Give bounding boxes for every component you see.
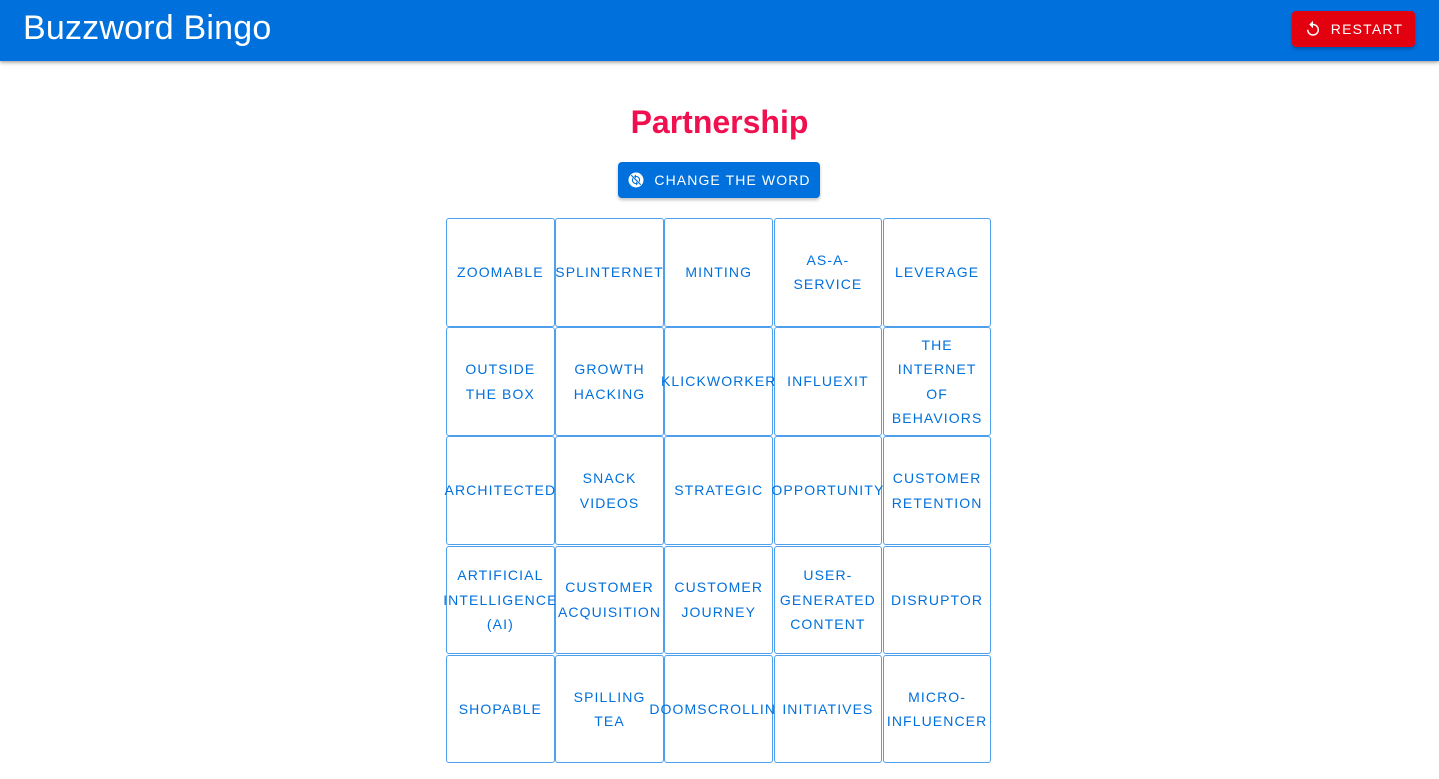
- bingo-cell-label: Shopable: [458, 700, 542, 717]
- bingo-cell[interactable]: Customer retention: [882, 436, 992, 546]
- restart-icon: [1304, 20, 1322, 38]
- bingo-cell[interactable]: Opportunity: [771, 436, 885, 546]
- bingo-cell-label: Strategic: [674, 482, 764, 499]
- bingo-cell-label: Micro-influencer: [886, 688, 988, 730]
- bingo-cell[interactable]: Shopable: [446, 654, 555, 764]
- bingo-cell[interactable]: Customer journey: [664, 545, 774, 655]
- bingo-cell-label: Influexit: [787, 373, 869, 390]
- bingo-cell[interactable]: Initiatives: [773, 654, 883, 764]
- bingo-cell[interactable]: Doomscrolling: [649, 654, 787, 764]
- bingo-cell-label: Doomscrolling: [649, 700, 789, 717]
- bingo-cell[interactable]: Zoomable: [446, 218, 555, 327]
- bingo-cell-label: Architected: [444, 482, 557, 499]
- bingo-cell-label: User-generated content: [779, 567, 876, 633]
- bingo-cell[interactable]: Leverage: [882, 218, 992, 327]
- bingo-cell[interactable]: As-a-service: [773, 218, 883, 327]
- bingo-cell[interactable]: Minting: [664, 218, 774, 327]
- bingo-cell-label: The internet of behaviors: [891, 336, 983, 427]
- bingo-cell-label: Customer journey: [674, 579, 764, 620]
- bingo-cell-label: Snack videos: [579, 470, 640, 511]
- bingo-cell[interactable]: Micro-influencer: [882, 654, 992, 764]
- bingo-cell[interactable]: Klickworker: [661, 327, 775, 436]
- bingo-cell-label: As-a-service: [793, 251, 863, 293]
- bingo-cell[interactable]: Snack videos: [555, 436, 664, 546]
- bingo-cell-label: Klickworker: [660, 373, 777, 390]
- bingo-cell[interactable]: Outside the box: [446, 327, 555, 436]
- bingo-cell-label: Minting: [685, 264, 753, 281]
- change-word-button[interactable]: Change the word: [618, 162, 820, 198]
- app-title: Buzzword Bingo: [23, 9, 272, 47]
- bingo-cell-label: Outside the box: [465, 361, 536, 402]
- bingo-cell[interactable]: Influexit: [773, 327, 883, 436]
- bingo-board: Zoomable Splinternet Minting As-a-servic…: [443, 218, 992, 764]
- restart-button[interactable]: Restart: [1292, 11, 1415, 47]
- bingo-cell-label: Opportunity: [771, 482, 885, 499]
- bingo-cell-label: Initiatives: [782, 700, 874, 717]
- bingo-cell[interactable]: Architected: [444, 436, 557, 546]
- restart-label: Restart: [1330, 21, 1404, 37]
- bingo-cell[interactable]: Growth hacking: [555, 327, 664, 436]
- bingo-cell-label: Growth hacking: [573, 361, 646, 402]
- bingo-cell-label: Artificial Intelligence (AI): [443, 567, 558, 633]
- bingo-cell-label: Zoomable: [457, 264, 544, 281]
- bingo-cell[interactable]: Splinternet: [555, 218, 664, 327]
- app-bar: Buzzword Bingo Restart: [0, 0, 1439, 61]
- bingo-cell[interactable]: Spilling tea: [555, 654, 664, 764]
- bingo-cell-label: Customer retention: [891, 470, 983, 511]
- bingo-cell[interactable]: The internet of behaviors: [882, 327, 992, 436]
- bingo-cell-label: Splinternet: [555, 264, 664, 281]
- bingo-cell-label: Disruptor: [891, 591, 984, 608]
- bingo-cell-label: Spilling tea: [573, 688, 646, 730]
- change-word-icon: [627, 171, 645, 189]
- bingo-cell-label: Customer acquisition: [557, 579, 662, 620]
- bingo-cell[interactable]: Customer acquisition: [555, 545, 664, 655]
- bingo-cell[interactable]: Artificial Intelligence (AI): [443, 545, 558, 655]
- current-word: Partnership: [630, 104, 809, 140]
- bingo-cell[interactable]: Disruptor: [882, 545, 992, 655]
- bingo-cell[interactable]: User-generated content: [773, 545, 883, 655]
- bingo-cell-label: Leverage: [894, 264, 980, 281]
- bingo-cell[interactable]: Strategic: [664, 436, 774, 546]
- change-word-label: Change the word: [654, 172, 811, 188]
